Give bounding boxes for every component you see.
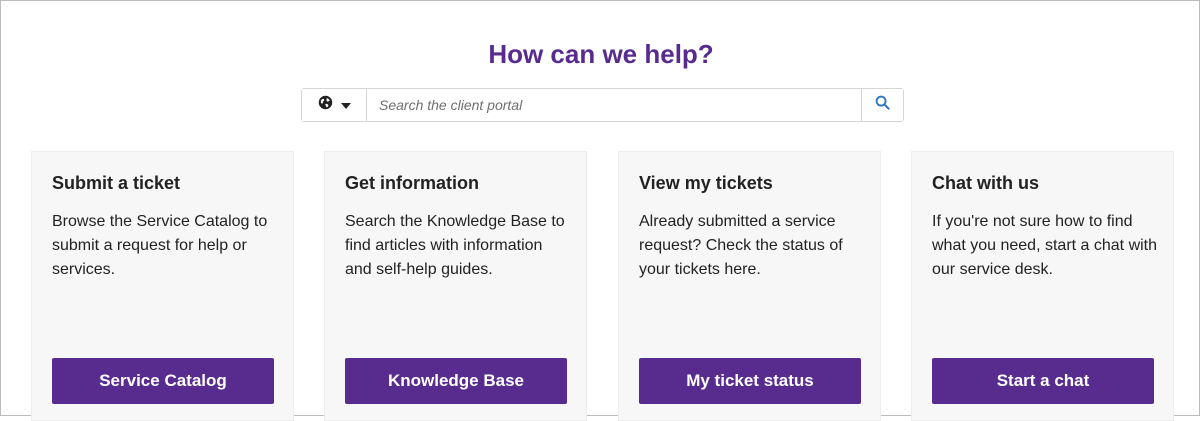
card-description: Browse the Service Catalog to submit a r… (52, 213, 268, 278)
card-description: Search the Knowledge Base to find articl… (345, 213, 565, 278)
card-title: Submit a ticket (52, 173, 181, 193)
service-catalog-button[interactable]: Service Catalog (52, 358, 274, 404)
caret-down-icon (340, 96, 351, 114)
card-get-information: Get information Search the Knowledge Bas… (324, 151, 587, 421)
knowledge-base-button[interactable]: Knowledge Base (345, 358, 567, 404)
start-chat-button[interactable]: Start a chat (932, 358, 1154, 404)
card-title: Chat with us (932, 173, 1039, 193)
card-view-tickets: View my tickets Already submitted a serv… (618, 151, 881, 421)
page-title: How can we help? (488, 39, 714, 69)
search-button[interactable] (861, 89, 903, 121)
page-frame: How can we help? Search the client porta… (0, 0, 1200, 421)
card-chat: Chat with us If you're not sure how to f… (911, 151, 1174, 421)
search-bar (301, 88, 904, 122)
globe-icon (318, 95, 333, 115)
search-input[interactable] (367, 89, 861, 121)
card-submit-ticket: Submit a ticket Browse the Service Catal… (31, 151, 294, 421)
ticket-status-button[interactable]: My ticket status (639, 358, 861, 404)
card-title: Get information (345, 173, 479, 193)
card-description: If you're not sure how to find what you … (932, 213, 1158, 278)
card-description: Already submitted a service request? Che… (639, 213, 843, 278)
search-icon (875, 95, 890, 115)
language-selector[interactable] (302, 89, 367, 121)
card-title: View my tickets (639, 173, 773, 193)
